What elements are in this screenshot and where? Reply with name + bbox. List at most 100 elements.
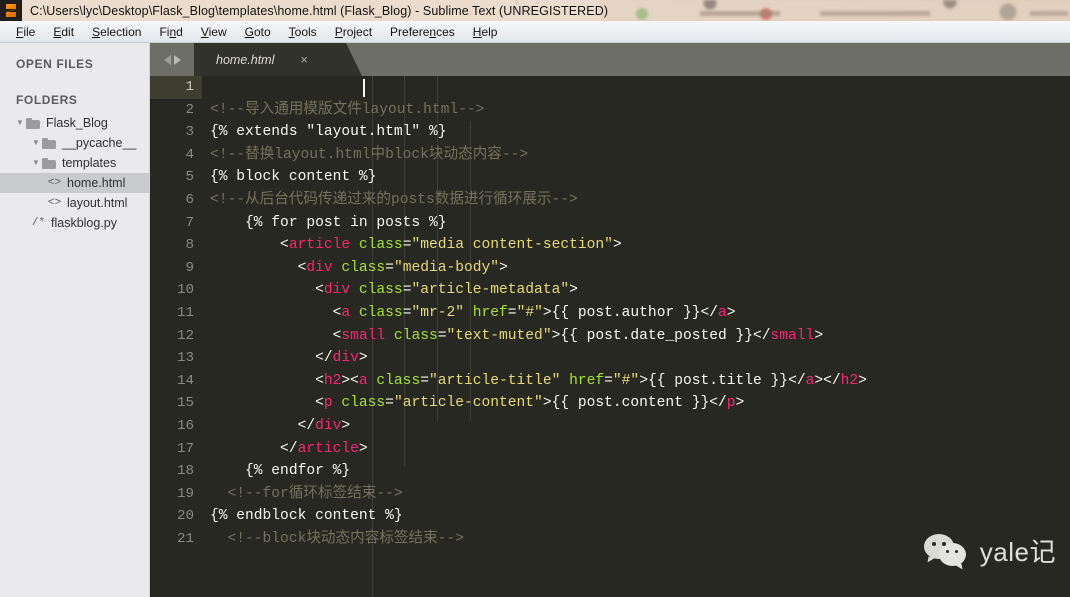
python-file-icon: /*	[31, 217, 46, 229]
line-number: 10	[176, 282, 194, 299]
line-number: 14	[176, 372, 194, 389]
tab-title: home.html	[216, 52, 275, 67]
desktop-blur-text-1	[700, 11, 780, 16]
code-line[interactable]: 14 <h2><a class="article-title" href="#"…	[150, 370, 1070, 393]
code-line-text: <!--导入通用模版文件layout.html-->	[210, 101, 485, 118]
nav-back-arrow-icon[interactable]	[163, 54, 171, 65]
html-file-icon: <>	[47, 177, 62, 189]
menu-item-edit[interactable]: Edit	[44, 23, 83, 41]
code-editor[interactable]: 1 2 <!--导入通用模版文件layout.html--> 3 {% extends …	[150, 76, 1070, 597]
nav-forward-arrow-icon[interactable]	[173, 54, 181, 65]
code-line[interactable]: 9 <div class="media-body">	[150, 257, 1070, 280]
code-line[interactable]: 1	[150, 76, 1070, 99]
code-line[interactable]: 19 <!--for循环标签结束-->	[150, 483, 1070, 506]
code-line[interactable]: 16 </div>	[150, 415, 1070, 438]
menu-item-view[interactable]: View	[192, 23, 236, 41]
code-line-text: <h2><a class="article-title" href="#">{{…	[210, 372, 867, 389]
chevron-down-icon[interactable]: ▼	[14, 119, 26, 127]
code-line[interactable]: 3 {% extends "layout.html" %}	[150, 121, 1070, 144]
code-line[interactable]: 7 {% for post in posts %}	[150, 212, 1070, 235]
code-line-text: <div class="article-metadata">	[210, 282, 578, 299]
line-number: 1	[150, 76, 202, 99]
menu-item-preferences[interactable]: Preferences	[381, 23, 464, 41]
tab-bar: home.html ×	[150, 43, 1070, 76]
menu-bar: File Edit Selection Find View Goto Tools…	[0, 21, 1070, 43]
file-tree-item-label: __pycache__	[62, 136, 137, 150]
file-tree-item-label: flaskblog.py	[51, 216, 118, 230]
sublime-text-logo-icon	[0, 0, 22, 21]
code-line[interactable]: 21 <!--block块动态内容标签结束-->	[150, 528, 1070, 551]
menu-item-project[interactable]: Project	[326, 23, 381, 41]
code-line-text: <!--for循环标签结束-->	[210, 485, 403, 502]
file-tree-item-label: templates	[62, 156, 117, 170]
code-line-text: </div>	[210, 417, 351, 434]
menu-item-help[interactable]: Help	[464, 23, 507, 41]
code-line-text: <article class="media content-section">	[210, 237, 622, 254]
line-number: 11	[176, 304, 194, 321]
file-tree-item-label: home.html	[67, 176, 126, 190]
code-line-text: <!--block块动态内容标签结束-->	[210, 530, 464, 547]
code-line[interactable]: 13 </div>	[150, 347, 1070, 370]
menu-item-find[interactable]: Find	[150, 23, 191, 41]
code-line-text: </div>	[210, 350, 368, 367]
line-number: 5	[185, 169, 194, 186]
line-number: 9	[185, 259, 194, 276]
code-line-text: {% extends "layout.html" %}	[210, 124, 447, 141]
code-line-text: <!--替换layout.html中block块动态内容-->	[210, 146, 529, 163]
file-tree-item-label: layout.html	[67, 196, 128, 210]
folder-icon	[42, 157, 57, 169]
sidebar: OPEN FILES FOLDERS ▼ Flask_Blog ▼ __pycache…	[0, 43, 150, 597]
chevron-down-icon[interactable]: ▼	[30, 139, 42, 147]
open-files-header: OPEN FILES	[16, 57, 94, 71]
file-tree-item[interactable]: /* flaskblog.py	[0, 213, 149, 233]
menu-item-tools[interactable]: Tools	[280, 23, 326, 41]
code-line[interactable]: 4 <!--替换layout.html中block块动态内容-->	[150, 144, 1070, 167]
line-number: 18	[176, 463, 194, 480]
folder-icon	[26, 117, 41, 129]
code-line[interactable]: 10 <div class="article-metadata">	[150, 279, 1070, 302]
line-number: 19	[176, 485, 194, 502]
code-line-text: {% endfor %}	[210, 463, 351, 480]
line-number: 3	[185, 124, 194, 141]
menu-item-goto[interactable]: Goto	[236, 23, 280, 41]
tab-close-icon[interactable]: ×	[300, 53, 308, 66]
menu-item-file[interactable]: File	[7, 23, 44, 41]
code-line[interactable]: 15 <p class="article-content">{{ post.co…	[150, 392, 1070, 415]
line-number: 12	[176, 327, 194, 344]
html-file-icon: <>	[47, 197, 62, 209]
code-line-text: {% endblock content %}	[210, 508, 403, 525]
code-line[interactable]: 8 <article class="media content-section"…	[150, 234, 1070, 257]
code-line[interactable]: 11 <a class="mr-2" href="#">{{ post.auth…	[150, 302, 1070, 325]
code-line-text: {% for post in posts %}	[210, 214, 447, 231]
code-content[interactable]: 1 2 <!--导入通用模版文件layout.html--> 3 {% extends …	[150, 76, 1070, 597]
folder-icon	[42, 137, 57, 149]
code-line[interactable]: 12 <small class="text-muted">{{ post.dat…	[150, 325, 1070, 348]
code-line-text: <p class="article-content">{{ post.conte…	[210, 395, 745, 412]
menu-item-selection[interactable]: Selection	[83, 23, 150, 41]
line-number: 20	[176, 508, 194, 525]
file-tree-item[interactable]: ▼ __pycache__	[0, 133, 149, 153]
file-tree-item[interactable]: <> layout.html	[0, 193, 149, 213]
code-line-text: <small class="text-muted">{{ post.date_p…	[210, 327, 824, 344]
file-tree-item[interactable]: ▼ templates	[0, 153, 149, 173]
line-number: 21	[176, 530, 194, 547]
code-line[interactable]: 6 <!--从后台代码传递过来的posts数据进行循环展示-->	[150, 189, 1070, 212]
desktop-blur-text-3	[1030, 11, 1068, 16]
file-tree-item[interactable]: ▼ Flask_Blog	[0, 113, 149, 133]
code-line[interactable]: 20 {% endblock content %}	[150, 505, 1070, 528]
line-number: 13	[176, 350, 194, 367]
code-line-text: <!--从后台代码传递过来的posts数据进行循环展示-->	[210, 191, 578, 208]
code-line-text: <div class="media-body">	[210, 259, 508, 276]
text-cursor	[363, 79, 365, 97]
code-line[interactable]: 5 {% block content %}	[150, 166, 1070, 189]
file-tree-item[interactable]: <> home.html	[0, 173, 149, 193]
line-number: 8	[185, 237, 194, 254]
chevron-down-icon[interactable]: ▼	[30, 159, 42, 167]
title-bar-left: C:\Users\lyc\Desktop\Flask_Blog\template…	[0, 0, 608, 21]
window-title: C:\Users\lyc\Desktop\Flask_Blog\template…	[30, 3, 609, 18]
tab-home-html[interactable]: home.html ×	[194, 43, 362, 76]
code-line[interactable]: 2 <!--导入通用模版文件layout.html-->	[150, 99, 1070, 122]
code-line[interactable]: 18 {% endfor %}	[150, 460, 1070, 483]
code-line[interactable]: 17 </article>	[150, 438, 1070, 461]
file-tree: ▼ Flask_Blog ▼ __pycache__ ▼ templates <> home.…	[0, 113, 149, 233]
